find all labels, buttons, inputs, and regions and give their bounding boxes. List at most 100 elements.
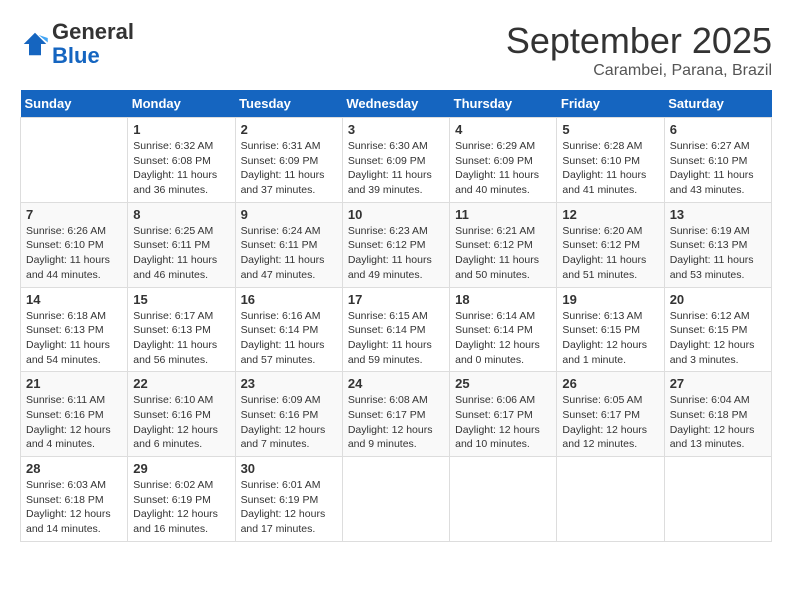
day-number: 29: [133, 461, 229, 476]
calendar-cell: 27 Sunrise: 6:04 AM Sunset: 6:18 PM Dayli…: [664, 372, 771, 457]
day-number: 9: [241, 207, 337, 222]
calendar-cell: 8 Sunrise: 6:25 AM Sunset: 6:11 PM Daylig…: [128, 202, 235, 287]
day-info: Sunrise: 6:31 AM Sunset: 6:09 PM Dayligh…: [241, 139, 337, 198]
day-info: Sunrise: 6:12 AM Sunset: 6:15 PM Dayligh…: [670, 309, 766, 368]
calendar-cell: 26 Sunrise: 6:05 AM Sunset: 6:17 PM Dayli…: [557, 372, 664, 457]
calendar-cell: 16 Sunrise: 6:16 AM Sunset: 6:14 PM Dayli…: [235, 287, 342, 372]
day-info: Sunrise: 6:30 AM Sunset: 6:09 PM Dayligh…: [348, 139, 444, 198]
day-info: Sunrise: 6:09 AM Sunset: 6:16 PM Dayligh…: [241, 393, 337, 452]
calendar-cell: 7Sunrise: 6:26 AM Sunset: 6:10 PM Daylig…: [21, 202, 128, 287]
day-number: 20: [670, 292, 766, 307]
column-header-monday: Monday: [128, 90, 235, 118]
calendar-cell: 20 Sunrise: 6:12 AM Sunset: 6:15 PM Dayli…: [664, 287, 771, 372]
calendar-week-row: 7Sunrise: 6:26 AM Sunset: 6:10 PM Daylig…: [21, 202, 772, 287]
day-number: 10: [348, 207, 444, 222]
day-number: 18: [455, 292, 551, 307]
title-block: September 2025 Carambei, Parana, Brazil: [506, 20, 772, 80]
calendar-cell: 25 Sunrise: 6:06 AM Sunset: 6:17 PM Dayli…: [450, 372, 557, 457]
column-header-saturday: Saturday: [664, 90, 771, 118]
day-number: 19: [562, 292, 658, 307]
calendar-cell: 18Sunrise: 6:14 AM Sunset: 6:14 PM Dayli…: [450, 287, 557, 372]
day-info: Sunrise: 6:23 AM Sunset: 6:12 PM Dayligh…: [348, 224, 444, 283]
day-number: 14: [26, 292, 122, 307]
day-number: 28: [26, 461, 122, 476]
calendar-cell: 19 Sunrise: 6:13 AM Sunset: 6:15 PM Dayli…: [557, 287, 664, 372]
calendar-cell: 13 Sunrise: 6:19 AM Sunset: 6:13 PM Dayli…: [664, 202, 771, 287]
day-number: 13: [670, 207, 766, 222]
day-info: Sunrise: 6:10 AM Sunset: 6:16 PM Dayligh…: [133, 393, 229, 452]
calendar-cell: 5 Sunrise: 6:28 AM Sunset: 6:10 PM Daylig…: [557, 118, 664, 203]
calendar-cell: 28Sunrise: 6:03 AM Sunset: 6:18 PM Dayli…: [21, 457, 128, 542]
day-number: 23: [241, 376, 337, 391]
column-header-friday: Friday: [557, 90, 664, 118]
calendar-cell: 4 Sunrise: 6:29 AM Sunset: 6:09 PM Daylig…: [450, 118, 557, 203]
day-info: Sunrise: 6:20 AM Sunset: 6:12 PM Dayligh…: [562, 224, 658, 283]
day-info: Sunrise: 6:21 AM Sunset: 6:12 PM Dayligh…: [455, 224, 551, 283]
column-header-sunday: Sunday: [21, 90, 128, 118]
day-info: Sunrise: 6:01 AM Sunset: 6:19 PM Dayligh…: [241, 478, 337, 537]
day-number: 15: [133, 292, 229, 307]
month-title: September 2025: [506, 20, 772, 62]
calendar-cell: [21, 118, 128, 203]
calendar-cell: 22 Sunrise: 6:10 AM Sunset: 6:16 PM Dayli…: [128, 372, 235, 457]
calendar-cell: 17 Sunrise: 6:15 AM Sunset: 6:14 PM Dayli…: [342, 287, 449, 372]
calendar-cell: 9 Sunrise: 6:24 AM Sunset: 6:11 PM Daylig…: [235, 202, 342, 287]
page-header: General Blue September 2025 Carambei, Pa…: [20, 20, 772, 80]
day-info: Sunrise: 6:18 AM Sunset: 6:13 PM Dayligh…: [26, 309, 122, 368]
calendar-cell: 12 Sunrise: 6:20 AM Sunset: 6:12 PM Dayli…: [557, 202, 664, 287]
day-number: 16: [241, 292, 337, 307]
day-number: 26: [562, 376, 658, 391]
calendar-cell: [342, 457, 449, 542]
day-number: 27: [670, 376, 766, 391]
day-number: 24: [348, 376, 444, 391]
calendar-cell: [557, 457, 664, 542]
calendar-cell: 23 Sunrise: 6:09 AM Sunset: 6:16 PM Dayli…: [235, 372, 342, 457]
day-info: Sunrise: 6:28 AM Sunset: 6:10 PM Dayligh…: [562, 139, 658, 198]
day-info: Sunrise: 6:11 AM Sunset: 6:16 PM Dayligh…: [26, 393, 122, 452]
day-info: Sunrise: 6:04 AM Sunset: 6:18 PM Dayligh…: [670, 393, 766, 452]
day-info: Sunrise: 6:17 AM Sunset: 6:13 PM Dayligh…: [133, 309, 229, 368]
day-info: Sunrise: 6:15 AM Sunset: 6:14 PM Dayligh…: [348, 309, 444, 368]
day-number: 5: [562, 122, 658, 137]
day-info: Sunrise: 6:24 AM Sunset: 6:11 PM Dayligh…: [241, 224, 337, 283]
day-number: 8: [133, 207, 229, 222]
day-info: Sunrise: 6:08 AM Sunset: 6:17 PM Dayligh…: [348, 393, 444, 452]
day-info: Sunrise: 6:25 AM Sunset: 6:11 PM Dayligh…: [133, 224, 229, 283]
day-number: 12: [562, 207, 658, 222]
day-number: 21: [26, 376, 122, 391]
day-info: Sunrise: 6:06 AM Sunset: 6:17 PM Dayligh…: [455, 393, 551, 452]
calendar-cell: 15 Sunrise: 6:17 AM Sunset: 6:13 PM Dayli…: [128, 287, 235, 372]
calendar-week-row: 1Sunrise: 6:32 AM Sunset: 6:08 PM Daylig…: [21, 118, 772, 203]
column-header-thursday: Thursday: [450, 90, 557, 118]
location-subtitle: Carambei, Parana, Brazil: [506, 62, 772, 80]
calendar-cell: [450, 457, 557, 542]
calendar-cell: 11 Sunrise: 6:21 AM Sunset: 6:12 PM Dayli…: [450, 202, 557, 287]
day-number: 3: [348, 122, 444, 137]
logo-text: General Blue: [52, 20, 134, 68]
day-number: 11: [455, 207, 551, 222]
calendar-cell: 3 Sunrise: 6:30 AM Sunset: 6:09 PM Daylig…: [342, 118, 449, 203]
calendar-week-row: 21 Sunrise: 6:11 AM Sunset: 6:16 PM Dayli…: [21, 372, 772, 457]
day-info: Sunrise: 6:32 AM Sunset: 6:08 PM Dayligh…: [133, 139, 229, 198]
logo: General Blue: [20, 20, 134, 68]
calendar-cell: 24 Sunrise: 6:08 AM Sunset: 6:17 PM Dayli…: [342, 372, 449, 457]
column-header-wednesday: Wednesday: [342, 90, 449, 118]
calendar-table: SundayMondayTuesdayWednesdayThursdayFrid…: [20, 90, 772, 542]
day-info: Sunrise: 6:02 AM Sunset: 6:19 PM Dayligh…: [133, 478, 229, 537]
day-info: Sunrise: 6:13 AM Sunset: 6:15 PM Dayligh…: [562, 309, 658, 368]
calendar-cell: 10 Sunrise: 6:23 AM Sunset: 6:12 PM Dayli…: [342, 202, 449, 287]
calendar-cell: 6Sunrise: 6:27 AM Sunset: 6:10 PM Daylig…: [664, 118, 771, 203]
day-info: Sunrise: 6:05 AM Sunset: 6:17 PM Dayligh…: [562, 393, 658, 452]
logo-icon: [20, 29, 50, 59]
day-number: 17: [348, 292, 444, 307]
calendar-cell: 1Sunrise: 6:32 AM Sunset: 6:08 PM Daylig…: [128, 118, 235, 203]
calendar-week-row: 28Sunrise: 6:03 AM Sunset: 6:18 PM Dayli…: [21, 457, 772, 542]
calendar-cell: 30Sunrise: 6:01 AM Sunset: 6:19 PM Dayli…: [235, 457, 342, 542]
calendar-cell: 2Sunrise: 6:31 AM Sunset: 6:09 PM Daylig…: [235, 118, 342, 203]
day-number: 4: [455, 122, 551, 137]
day-number: 25: [455, 376, 551, 391]
day-info: Sunrise: 6:29 AM Sunset: 6:09 PM Dayligh…: [455, 139, 551, 198]
day-info: Sunrise: 6:16 AM Sunset: 6:14 PM Dayligh…: [241, 309, 337, 368]
day-info: Sunrise: 6:19 AM Sunset: 6:13 PM Dayligh…: [670, 224, 766, 283]
day-number: 22: [133, 376, 229, 391]
